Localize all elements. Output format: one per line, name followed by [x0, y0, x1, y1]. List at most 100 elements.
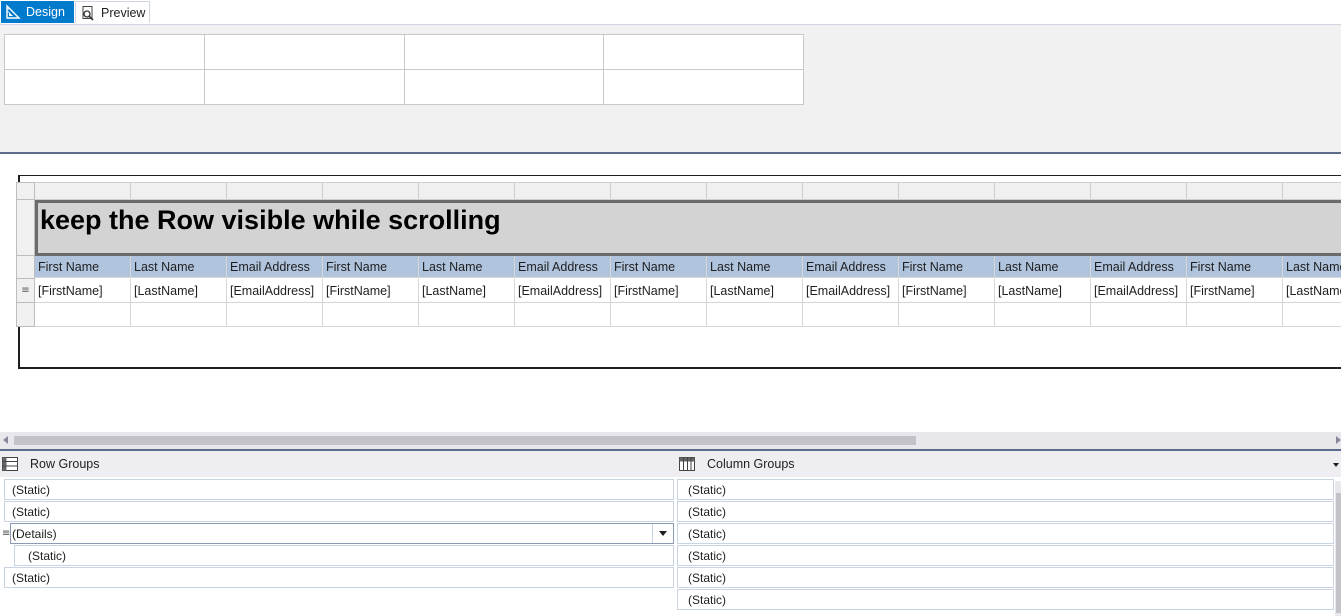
row-group-item[interactable]: (Static)	[14, 545, 674, 566]
blank-cell[interactable]	[803, 303, 899, 327]
header-cell[interactable]	[603, 34, 804, 70]
scroll-right-icon[interactable]	[1336, 436, 1341, 444]
blank-cell[interactable]	[131, 303, 227, 327]
blank-cell[interactable]	[419, 303, 515, 327]
details-group-icon: ≡	[21, 285, 30, 296]
column-handle[interactable]	[707, 182, 803, 200]
column-handle[interactable]	[1283, 182, 1341, 200]
row-handle-blank[interactable]	[16, 303, 35, 327]
header-cell[interactable]	[403, 34, 605, 70]
column-header-cell[interactable]: Email Address	[803, 256, 899, 278]
column-handle[interactable]	[995, 182, 1091, 200]
detail-field-cell[interactable]: [FirstName]	[899, 279, 995, 303]
column-handle[interactable]	[515, 182, 611, 200]
column-group-item[interactable]: (Static)	[677, 545, 1334, 566]
detail-field-cell[interactable]: [LastName]	[1283, 279, 1341, 303]
blank-cell[interactable]	[1283, 303, 1341, 327]
header-cell[interactable]	[403, 69, 605, 105]
row-group-item[interactable]: (Static)	[4, 501, 674, 522]
column-group-item[interactable]: (Static)	[677, 567, 1334, 588]
blank-cell[interactable]	[227, 303, 323, 327]
blank-cell[interactable]	[1187, 303, 1283, 327]
blank-cell[interactable]	[1091, 303, 1187, 327]
column-handle[interactable]	[323, 182, 419, 200]
blank-cell[interactable]	[995, 303, 1091, 327]
detail-field-cell[interactable]: [EmailAddress]	[515, 279, 611, 303]
column-groups-scrollbar[interactable]	[1335, 481, 1341, 616]
page-header-region[interactable]	[0, 25, 1341, 152]
column-header-cell[interactable]: Last Name	[131, 256, 227, 278]
tab-design[interactable]: Design	[1, 1, 74, 23]
blank-cell[interactable]	[611, 303, 707, 327]
design-ruler-icon	[5, 4, 21, 20]
column-header-cell[interactable]: First Name	[611, 256, 707, 278]
pane-menu-chevron-icon[interactable]	[1333, 463, 1339, 467]
detail-field-cell[interactable]: [EmailAddress]	[227, 279, 323, 303]
blank-cell[interactable]	[899, 303, 995, 327]
tab-preview[interactable]: Preview	[75, 1, 150, 23]
detail-field-cell[interactable]: [EmailAddress]	[1091, 279, 1187, 303]
column-groups-label: Column Groups	[707, 457, 795, 471]
tablix-corner-handle[interactable]	[16, 182, 35, 200]
column-header-cell[interactable]: First Name	[899, 256, 995, 278]
column-header-cell[interactable]: Email Address	[1091, 256, 1187, 278]
detail-field-cell[interactable]: [EmailAddress]	[803, 279, 899, 303]
column-header-cell[interactable]: Last Name	[419, 256, 515, 278]
column-handle[interactable]	[227, 182, 323, 200]
scrollbar-thumb[interactable]	[1336, 493, 1341, 613]
row-handles: ≡	[16, 200, 35, 327]
blank-cell[interactable]	[35, 303, 131, 327]
detail-field-cell[interactable]: [LastName]	[995, 279, 1091, 303]
detail-field-cell[interactable]: [FirstName]	[35, 279, 131, 303]
column-header-cell[interactable]: First Name	[323, 256, 419, 278]
column-handle[interactable]	[611, 182, 707, 200]
column-header-cell[interactable]: First Name	[1187, 256, 1283, 278]
header-placeholder-grid[interactable]	[4, 34, 804, 105]
column-group-item[interactable]: (Static)	[677, 589, 1334, 610]
header-cell[interactable]	[4, 34, 205, 70]
column-header-cell[interactable]: Last Name	[1283, 256, 1341, 278]
row-groups-label: Row Groups	[30, 457, 100, 471]
detail-field-cell[interactable]: [FirstName]	[323, 279, 419, 303]
header-cell[interactable]	[203, 69, 405, 105]
row-handle-title[interactable]	[16, 200, 35, 256]
scroll-left-icon[interactable]	[3, 436, 8, 444]
row-handle-details[interactable]: ≡	[16, 279, 35, 303]
row-group-item-details[interactable]: (Details)	[10, 523, 674, 544]
column-header-cell[interactable]: Email Address	[515, 256, 611, 278]
details-dropdown-button[interactable]	[652, 524, 673, 543]
scrollbar-thumb[interactable]	[14, 436, 916, 445]
detail-field-cell[interactable]: [LastName]	[707, 279, 803, 303]
blank-cell[interactable]	[707, 303, 803, 327]
report-body-region[interactable]: ≡ keep the Row visible while scrolling F…	[0, 154, 1341, 432]
title-textbox[interactable]: keep the Row visible while scrolling	[35, 200, 1341, 256]
detail-field-cell[interactable]: [FirstName]	[611, 279, 707, 303]
column-handle[interactable]	[131, 182, 227, 200]
column-group-item[interactable]: (Static)	[677, 479, 1334, 500]
column-handle[interactable]	[1187, 182, 1283, 200]
header-cell[interactable]	[203, 34, 405, 70]
column-handle[interactable]	[419, 182, 515, 200]
column-handle[interactable]	[803, 182, 899, 200]
column-handle[interactable]	[35, 182, 131, 200]
blank-cell[interactable]	[323, 303, 419, 327]
row-group-item[interactable]: (Static)	[4, 479, 674, 500]
header-cell[interactable]	[603, 69, 804, 105]
detail-field-cell[interactable]: [LastName]	[419, 279, 515, 303]
column-header-cell[interactable]: Last Name	[995, 256, 1091, 278]
header-cell[interactable]	[4, 69, 205, 105]
column-header-cell[interactable]: Email Address	[227, 256, 323, 278]
row-handle-header[interactable]	[16, 256, 35, 279]
column-group-item[interactable]: (Static)	[677, 501, 1334, 522]
detail-field-cell[interactable]: [FirstName]	[1187, 279, 1283, 303]
column-header-cell[interactable]: First Name	[35, 256, 131, 278]
detail-field-cell[interactable]: [LastName]	[131, 279, 227, 303]
column-group-item[interactable]: (Static)	[677, 523, 1334, 544]
grouping-pane: Row Groups Column Groups (Static) (Stati…	[0, 449, 1341, 616]
column-header-cell[interactable]: Last Name	[707, 256, 803, 278]
horizontal-scrollbar[interactable]	[0, 432, 1341, 449]
row-group-item[interactable]: (Static)	[4, 567, 674, 588]
column-handle[interactable]	[1091, 182, 1187, 200]
blank-cell[interactable]	[515, 303, 611, 327]
column-handle[interactable]	[899, 182, 995, 200]
